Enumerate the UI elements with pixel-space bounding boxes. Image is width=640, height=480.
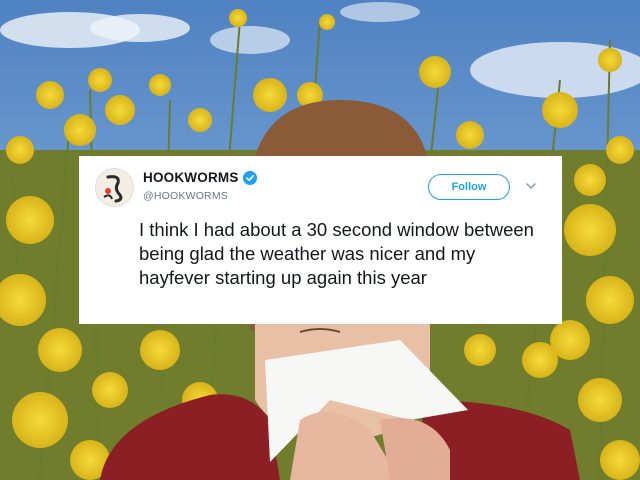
avatar[interactable]: [95, 168, 134, 207]
verified-badge-icon: [242, 170, 257, 185]
chevron-down-icon[interactable]: [525, 181, 537, 191]
name-row: HOOKWORMS: [143, 170, 257, 185]
follow-button[interactable]: Follow: [428, 174, 510, 200]
display-name[interactable]: HOOKWORMS: [143, 170, 239, 185]
tweet-text: I think I had about a 30 second window b…: [139, 219, 534, 288]
tweet-card: HOOKWORMS @HOOKWORMS Follow I think I ha…: [79, 156, 562, 324]
hookworms-avatar-icon: [96, 169, 133, 206]
user-handle[interactable]: @HOOKWORMS: [143, 190, 228, 202]
